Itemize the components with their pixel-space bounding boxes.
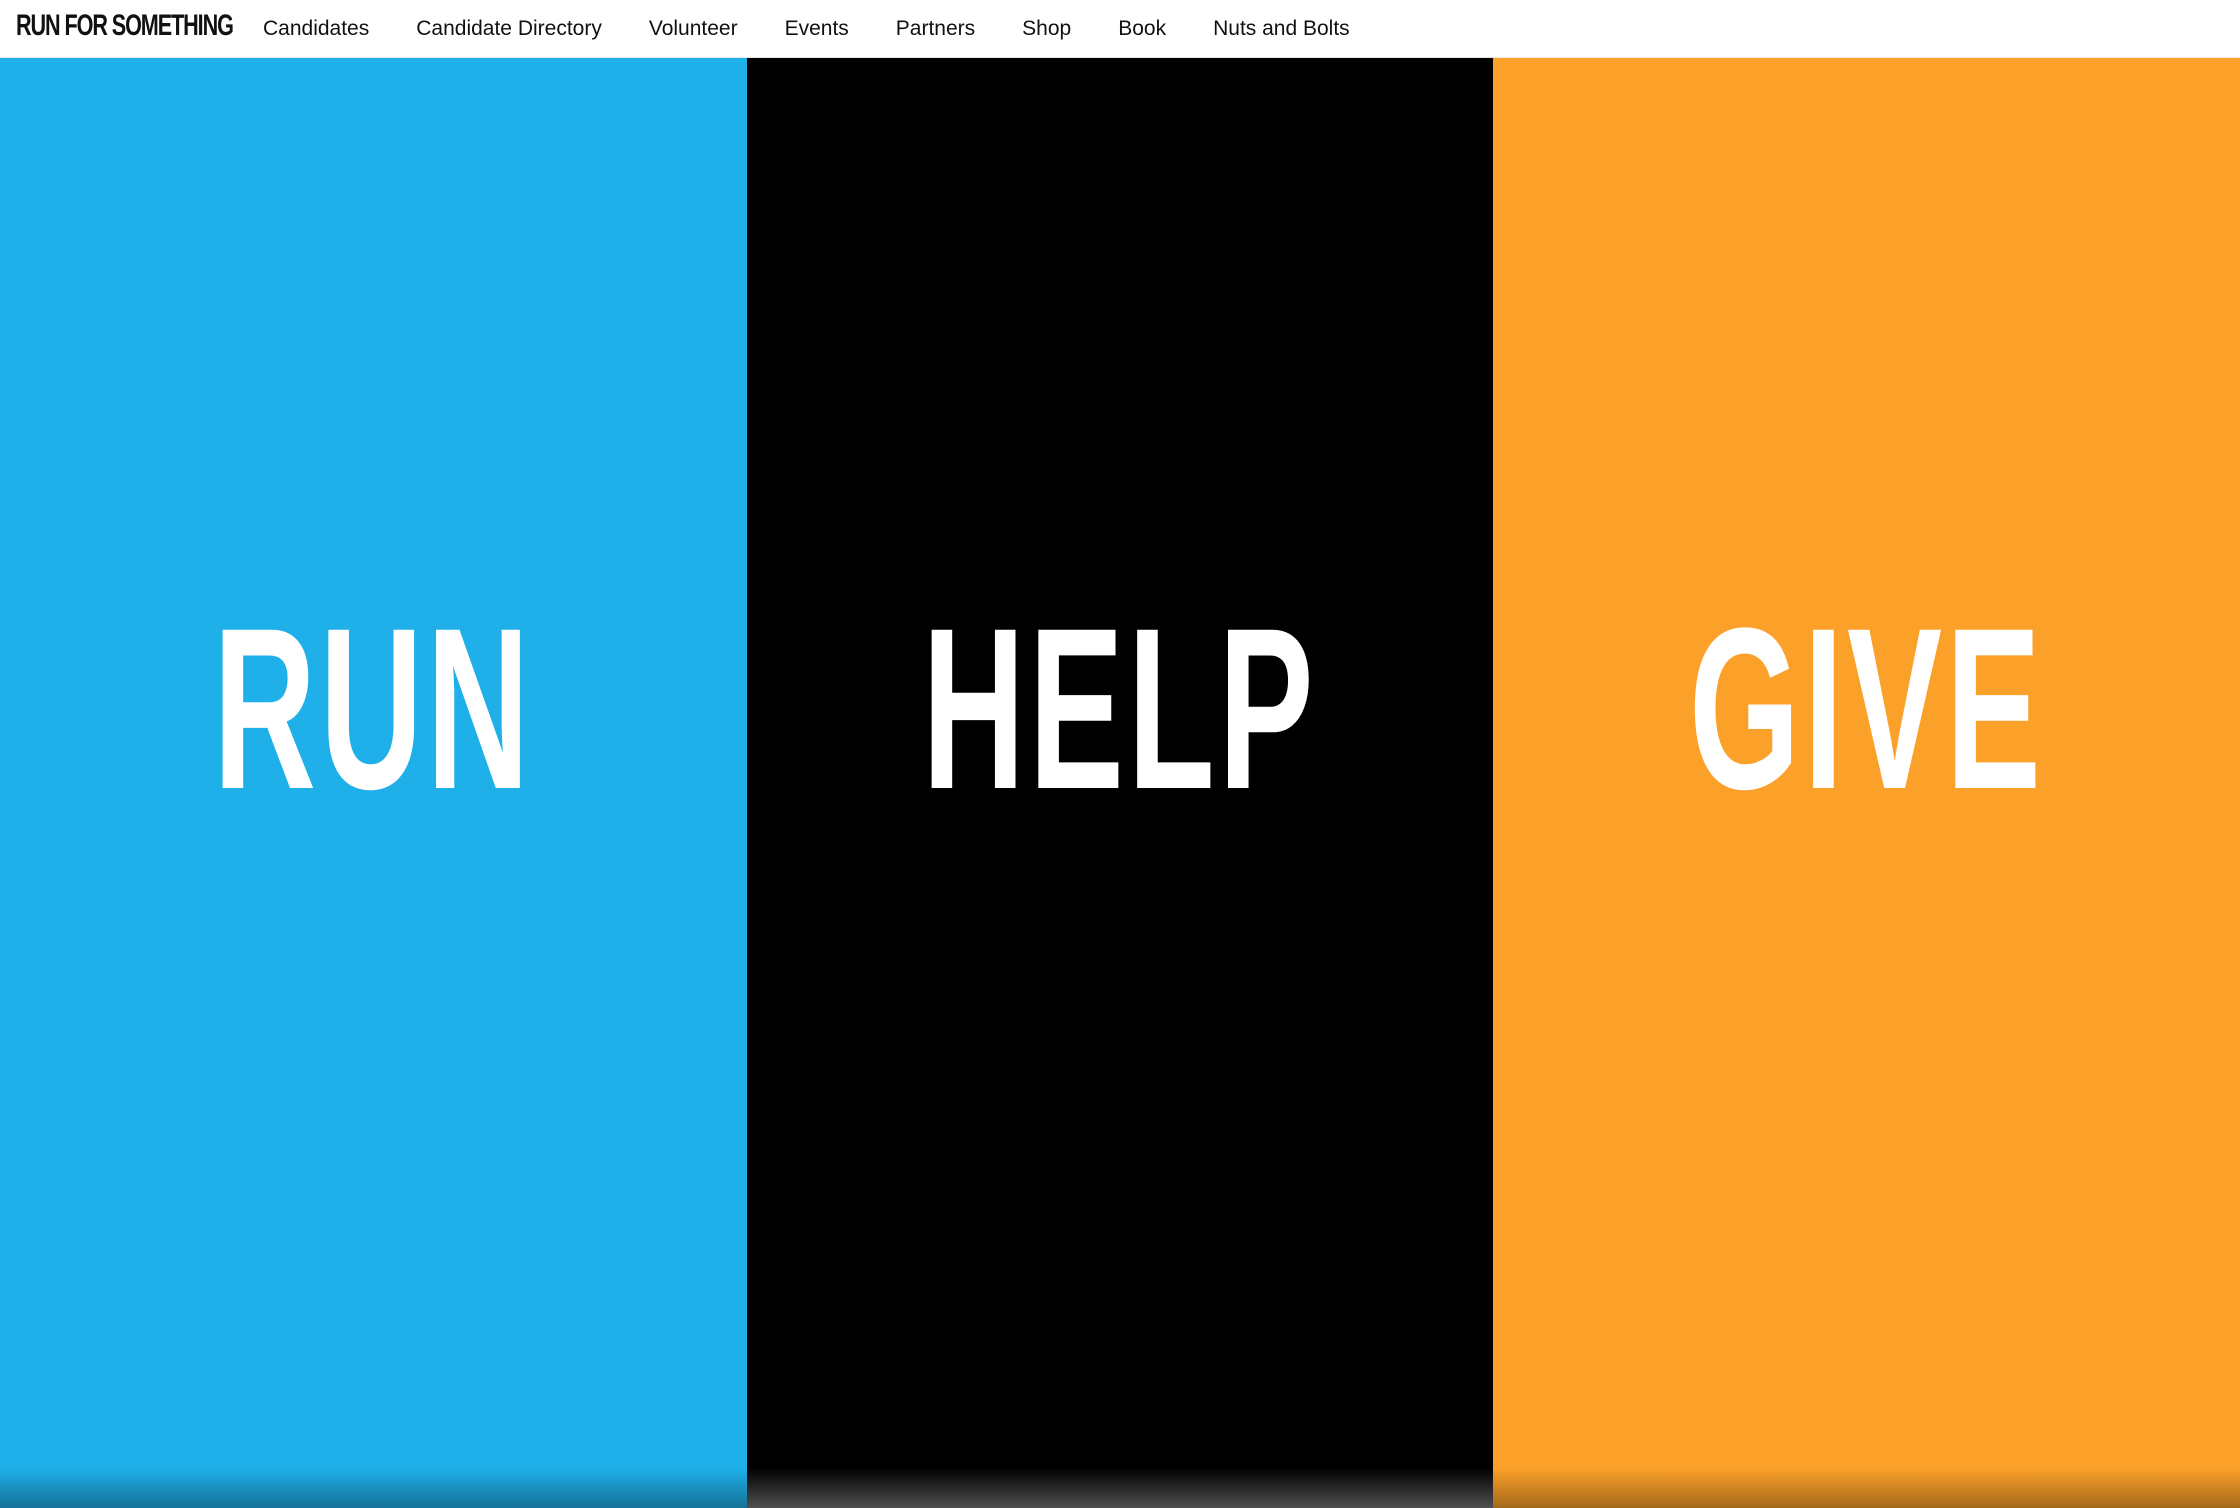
top-navigation-bar: RUN FOR SOMETHING Candidates Candidate D… [0,0,2240,58]
hero-panels: RUN HELP GIVE [0,58,2240,1508]
nav-link-volunteer[interactable]: Volunteer [649,17,738,41]
main-nav: Candidates Candidate Directory Volunteer… [263,0,1397,58]
site-logo[interactable]: RUN FOR SOMETHING [16,10,234,42]
help-panel-label: HELP [922,580,1318,837]
nav-link-events[interactable]: Events [785,17,849,41]
nav-link-candidates[interactable]: Candidates [263,17,369,41]
run-panel[interactable]: RUN [0,58,747,1508]
give-panel-bottom-shade [1493,1468,2240,1508]
nav-link-shop[interactable]: Shop [1022,17,1071,41]
give-panel-label: GIVE [1688,580,2045,837]
nav-link-book[interactable]: Book [1118,17,1166,41]
nav-link-nuts-and-bolts[interactable]: Nuts and Bolts [1213,17,1350,41]
help-panel[interactable]: HELP [747,58,1493,1508]
help-panel-bottom-shade [747,1468,1493,1508]
nav-link-candidate-directory[interactable]: Candidate Directory [416,17,602,41]
give-panel[interactable]: GIVE [1493,58,2240,1508]
run-panel-bottom-shade [0,1468,747,1508]
nav-link-partners[interactable]: Partners [896,17,975,41]
run-panel-label: RUN [213,580,534,837]
